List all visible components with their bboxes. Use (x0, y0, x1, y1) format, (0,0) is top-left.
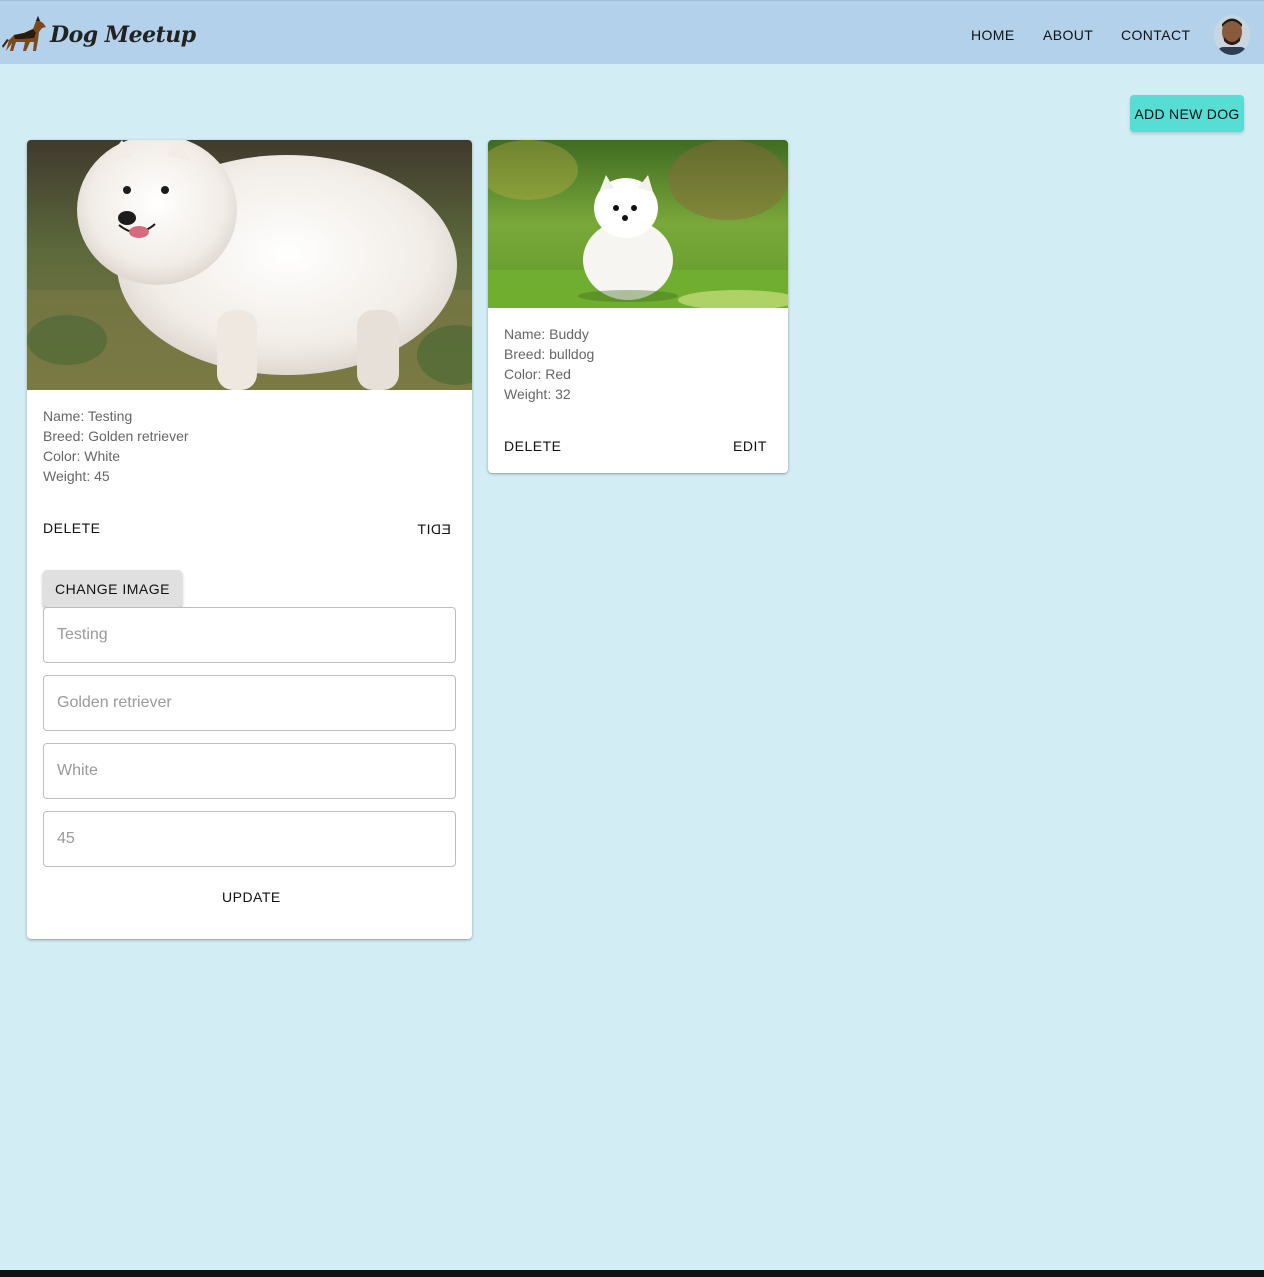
edit-button[interactable]: EDIT (417, 521, 451, 537)
dog-color-text: Color: White (43, 448, 121, 464)
dog-weight-text: Weight: 45 (43, 468, 110, 484)
update-button[interactable]: UPDATE (222, 889, 281, 905)
dog-color-text: Color: Red (504, 366, 571, 382)
brand-name: Dog Meetup (50, 22, 196, 48)
dog-name-text: Name: Buddy (504, 326, 589, 342)
breed-field[interactable] (43, 675, 456, 731)
delete-button[interactable]: DELETE (504, 438, 561, 454)
white-samoyed-photo (27, 140, 472, 390)
dog-breed-text: Breed: Golden retriever (43, 428, 189, 444)
change-image-button[interactable]: CHANGE IMAGE (43, 570, 182, 607)
dog-card: Name: Testing Breed: Golden retriever Co… (27, 140, 472, 939)
nav-contact-link[interactable]: CONTACT (1121, 27, 1190, 43)
dog-info: Name: Testing Breed: Golden retriever Co… (43, 406, 189, 486)
dog-card: Name: Buddy Breed: bulldog Color: Red We… (488, 140, 788, 473)
nav-home-link[interactable]: HOME (971, 27, 1015, 43)
edit-button-label: EDIT (417, 521, 451, 537)
weight-field[interactable] (43, 811, 456, 867)
avatar-photo-icon (1214, 15, 1250, 55)
bottom-edge-bar (0, 1270, 1264, 1277)
top-navbar: Dog Meetup HOME ABOUT CONTACT (0, 0, 1264, 64)
edit-button[interactable]: EDIT (733, 438, 767, 454)
white-pomeranian-puppy-photo (488, 140, 788, 308)
name-field[interactable] (43, 607, 456, 663)
user-avatar[interactable] (1214, 15, 1250, 55)
german-shepherd-dog-icon (2, 16, 46, 51)
add-new-dog-button[interactable]: ADD NEW DOG (1130, 95, 1244, 132)
nav-about-link[interactable]: ABOUT (1043, 27, 1093, 43)
dog-name-text: Name: Testing (43, 408, 133, 424)
color-field[interactable] (43, 743, 456, 799)
brand[interactable]: Dog Meetup (0, 13, 196, 57)
dog-info: Name: Buddy Breed: bulldog Color: Red We… (504, 324, 594, 404)
dog-weight-text: Weight: 32 (504, 386, 571, 402)
dog-breed-text: Breed: bulldog (504, 346, 595, 362)
delete-button[interactable]: DELETE (43, 520, 100, 536)
